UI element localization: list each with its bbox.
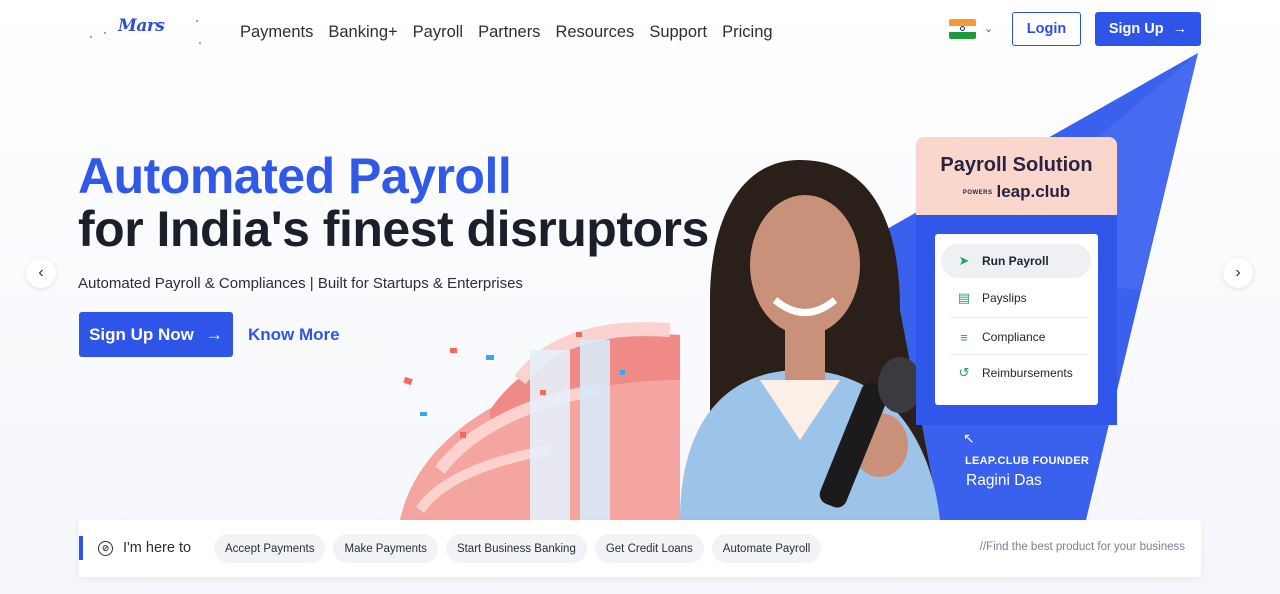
powers-brand-line: POWERS leap.club [916, 182, 1117, 202]
arrow-up-left-icon: ↖ [963, 430, 975, 446]
send-icon: ➤ [958, 253, 970, 268]
menu-divider [951, 354, 1089, 355]
carousel-next-button[interactable]: › [1223, 258, 1253, 288]
refresh-icon: ↺ [958, 365, 970, 380]
chip-credit-loans[interactable]: Get Credit Loans [594, 534, 704, 563]
menu-item-run-payroll: ➤ Run Payroll [941, 244, 1091, 278]
india-flag-icon[interactable] [949, 19, 976, 39]
nav-support[interactable]: Support [649, 21, 707, 43]
nav-payroll[interactable]: Payroll [413, 21, 463, 43]
chip-business-banking[interactable]: Start Business Banking [445, 534, 587, 563]
nav-resources[interactable]: Resources [555, 21, 634, 43]
signup-now-label: Sign Up Now [89, 324, 194, 344]
login-button[interactable]: Login [1012, 12, 1081, 46]
menu-item-payslips: ▤ Payslips [941, 281, 1091, 315]
menu-item-reimbursements: ↺ Reimbursements [941, 356, 1091, 390]
founder-name: Ragini Das [966, 472, 1042, 489]
nav-partners[interactable]: Partners [478, 21, 540, 43]
signup-button[interactable]: Sign Up → [1095, 12, 1201, 46]
menu-divider [951, 317, 1089, 318]
brand-logo[interactable]: Mars [84, 10, 204, 46]
compass-icon: ⊘ [98, 541, 113, 556]
chip-make-payments[interactable]: Make Payments [333, 534, 438, 563]
spiral-staircase-illustration [400, 322, 680, 520]
signup-now-button[interactable]: Sign Up Now → [79, 312, 233, 357]
arrow-right-icon: → [205, 324, 223, 344]
menu-item-label: Payslips [982, 291, 1027, 305]
here-to-label: I'm here to [123, 540, 192, 556]
payroll-menu-card: ➤ Run Payroll ▤ Payslips ≡ Compliance ↺ … [935, 234, 1098, 405]
powers-label: POWERS [962, 189, 993, 196]
chevron-right-icon: › [1235, 264, 1241, 281]
hero-title-highlight: Automated Payroll [78, 148, 512, 204]
chip-accept-payments[interactable]: Accept Payments [214, 534, 326, 563]
chevron-down-icon[interactable]: ⌄ [984, 22, 993, 35]
know-more-link[interactable]: Know More [248, 325, 340, 345]
founder-caption-label: LEAP.CLUB FOUNDER [965, 455, 1090, 467]
carousel-prev-button[interactable]: ‹ [26, 258, 56, 288]
login-label: Login [1026, 21, 1067, 37]
menu-item-label: Run Payroll [982, 254, 1049, 268]
main-nav: Payments Banking+ Payroll Partners Resou… [240, 21, 773, 43]
woman-with-microphone-illustration [680, 160, 940, 520]
powers-brand: leap.club [996, 182, 1071, 201]
logo-wordmark: Mars [118, 16, 165, 36]
menu-item-compliance: ≡ Compliance [941, 320, 1091, 354]
nav-payments[interactable]: Payments [240, 21, 313, 43]
document-icon: ▤ [957, 290, 971, 305]
list-icon: ≡ [960, 329, 968, 345]
menu-item-label: Reimbursements [982, 366, 1073, 380]
find-product-hint: //Find the best product for your busines… [979, 541, 1185, 553]
signup-label: Sign Up [1108, 21, 1164, 37]
nav-pricing[interactable]: Pricing [722, 21, 772, 43]
hero-title: for India's finest disruptors [78, 201, 709, 257]
accent-marker [79, 536, 83, 560]
product-finder-bar: ⊘ I'm here to Accept Payments Make Payme… [79, 520, 1201, 577]
nav-banking[interactable]: Banking+ [328, 21, 397, 43]
chevron-left-icon: ‹ [38, 264, 44, 281]
payroll-solution-card: Payroll Solution POWERS leap.club [916, 137, 1117, 219]
solution-title: Payroll Solution [940, 154, 1093, 176]
hero-subtitle: Automated Payroll & Compliances | Built … [78, 275, 523, 292]
chip-automate-payroll[interactable]: Automate Payroll [711, 534, 822, 563]
product-chips: Accept Payments Make Payments Start Busi… [214, 534, 822, 563]
arrow-right-icon: → [1172, 21, 1188, 37]
menu-item-label: Compliance [982, 330, 1046, 344]
